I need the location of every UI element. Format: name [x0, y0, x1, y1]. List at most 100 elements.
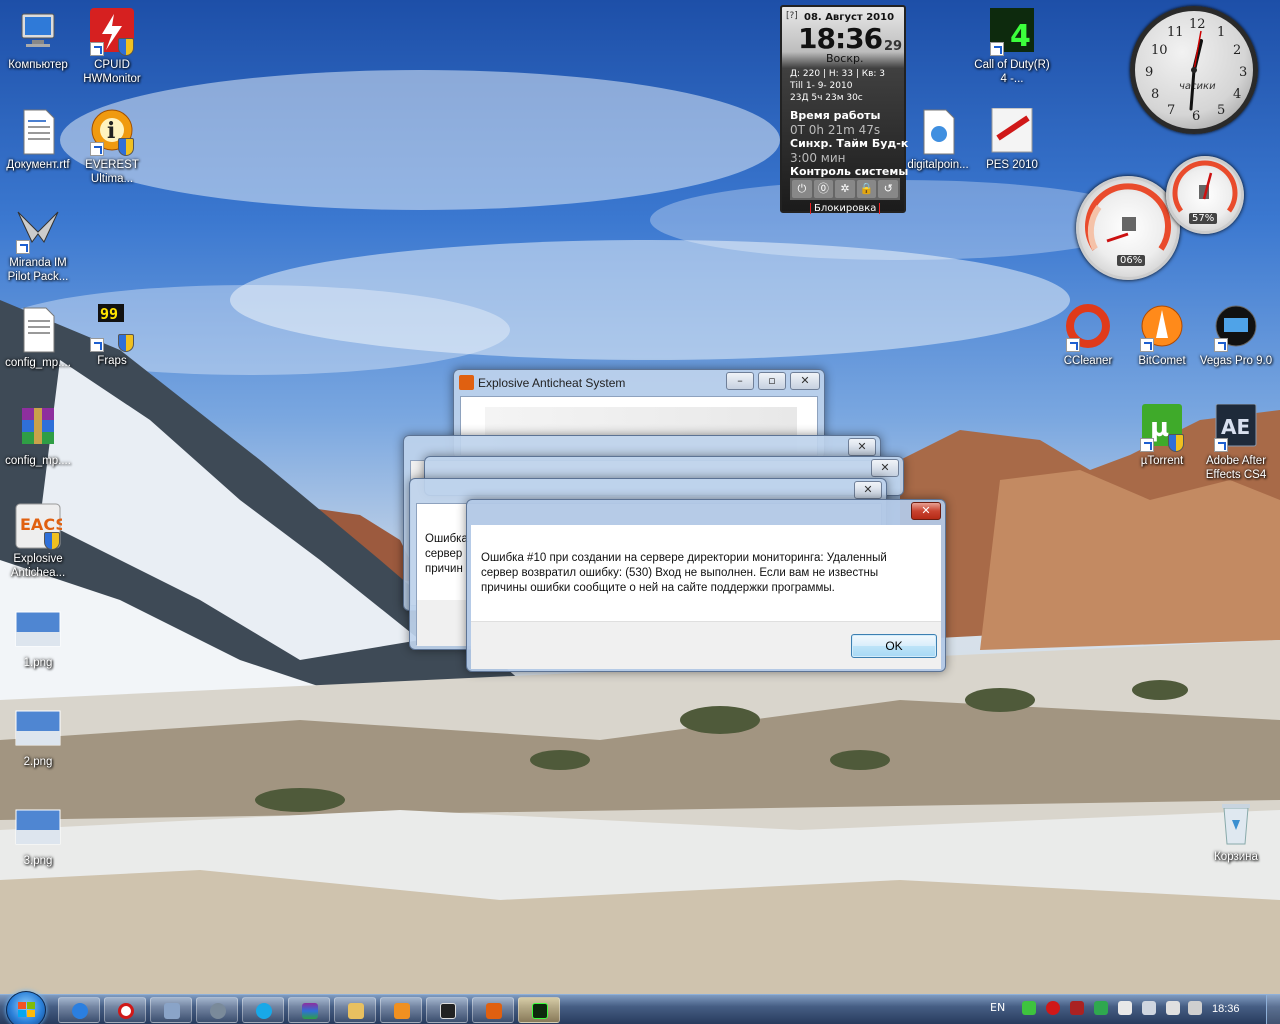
- gadget-uptime-label: Время работы: [790, 109, 881, 122]
- gadget-control-buttons: ⏻ ⓪ ✲ 🔒 ↺: [790, 178, 900, 200]
- desktop-icon-after-effects[interactable]: AE Adobe After Effects CS4: [1198, 403, 1274, 482]
- tray-network-tool-icon[interactable]: [1070, 1001, 1084, 1015]
- desktop-icon-document[interactable]: Документ.rtf: [0, 108, 76, 172]
- tray-device-icon[interactable]: [1188, 1001, 1202, 1015]
- desktop-icon-ccleaner[interactable]: CCleaner: [1050, 304, 1126, 368]
- memory-meter-gadget[interactable]: 57%: [1166, 156, 1244, 234]
- taskbar-app-9[interactable]: [426, 997, 468, 1023]
- desktop-icon-png-2[interactable]: 2.png: [0, 705, 76, 769]
- taskbar-anticheat[interactable]: [472, 997, 514, 1023]
- player-icon: [394, 1003, 410, 1019]
- taskbar-ie[interactable]: [58, 997, 100, 1023]
- desktop-icon-fraps[interactable]: 99 Fraps: [74, 304, 150, 368]
- memory-value: 57%: [1189, 213, 1218, 224]
- winrar-icon: [302, 1003, 318, 1019]
- recycle-bin-icon: [1212, 800, 1260, 848]
- image-thumbnail-icon: [14, 804, 62, 852]
- taskbar-call-of-duty[interactable]: [518, 997, 560, 1023]
- partial-message-line: сервер: [425, 548, 463, 560]
- uac-shield-icon: [44, 532, 60, 550]
- taskbar-player[interactable]: [380, 997, 422, 1023]
- close-button[interactable]: ✕: [854, 481, 882, 499]
- desktop-icon-explosive[interactable]: EACS Explosive Anticheа...: [0, 502, 76, 580]
- taskbar-app-3[interactable]: [150, 997, 192, 1023]
- desktop-icon-config-1[interactable]: config_mp....: [0, 306, 76, 370]
- tray-volume-icon[interactable]: [1166, 1001, 1180, 1015]
- uac-shield-icon: [118, 38, 134, 56]
- tray-flag-icon[interactable]: [1118, 1001, 1132, 1015]
- desktop-icon-recycle-bin[interactable]: Корзина: [1198, 800, 1274, 864]
- ok-button[interactable]: OK: [851, 634, 937, 658]
- desktop-icon-png-1[interactable]: 1.png: [0, 606, 76, 670]
- shortcut-arrow-icon: [90, 338, 104, 352]
- opera-icon: [118, 1003, 134, 1019]
- gadget-remaining-line: 23Д 5ч 23м 30с: [790, 93, 863, 103]
- shortcut-arrow-icon: [1214, 438, 1228, 452]
- gadget-sync-label[interactable]: Синхр. Тайм Буд-к: [790, 137, 908, 150]
- desktop-icon-miranda[interactable]: Miranda IM Pilot Pack...: [0, 206, 76, 284]
- taskbar-skype[interactable]: [242, 997, 284, 1023]
- close-button[interactable]: ✕: [790, 372, 820, 390]
- folder-icon: [348, 1003, 364, 1019]
- winrar-archive-icon: [14, 404, 62, 452]
- desktop-icon-vegas[interactable]: Vegas Pro 9.0: [1198, 304, 1274, 368]
- tray-clock[interactable]: 18:36: [1212, 1003, 1240, 1015]
- utorrent-icon: µ: [1138, 404, 1186, 452]
- desktop-icon-computer[interactable]: Компьютер: [0, 8, 76, 72]
- document-rtf-icon: [14, 108, 62, 156]
- shortcut-arrow-icon: [16, 240, 30, 254]
- explosive-anticheat-icon: [486, 1003, 502, 1019]
- system-info-gadget[interactable]: [?] 08. Август 2010 18:36 29 Воскр. Д: 2…: [780, 5, 908, 214]
- tray-network-icon[interactable]: [1142, 1001, 1156, 1015]
- taskbar-media[interactable]: [196, 997, 238, 1023]
- bitcomet-icon: [1138, 304, 1186, 352]
- error-dialog[interactable]: ✕ Ошибка #10 при создании на сервере дир…: [466, 499, 946, 672]
- uac-shield-icon: [118, 138, 134, 156]
- system-tool-icon: [164, 1003, 180, 1019]
- tray-shield-icon[interactable]: [1094, 1001, 1108, 1015]
- tray-check-icon[interactable]: [1022, 1001, 1036, 1015]
- after-effects-icon: AE: [1212, 403, 1260, 452]
- show-desktop-button[interactable]: [1266, 995, 1280, 1024]
- restart-icon[interactable]: ⓪: [813, 180, 834, 198]
- taskbar-winrar[interactable]: [288, 997, 330, 1023]
- taskbar-explorer[interactable]: [334, 997, 376, 1023]
- cpu-meter-gadget[interactable]: 06%: [1076, 176, 1180, 280]
- close-button[interactable]: ✕: [871, 459, 899, 477]
- gadget-time: 18:36: [798, 22, 883, 55]
- tray-opera-icon[interactable]: [1046, 1001, 1060, 1015]
- explosive-anticheat-icon: EACS: [14, 502, 67, 550]
- ccleaner-icon: [1064, 304, 1112, 352]
- maximize-button[interactable]: ▫: [758, 372, 786, 390]
- desktop-icon-call-of-duty[interactable]: 4 Call of Duty(R) 4 -...: [974, 8, 1050, 86]
- desktop-icon-everest[interactable]: i EVEREST Ultima...: [74, 108, 150, 186]
- gadget-till-line: Тill 1- 9- 2010: [790, 81, 853, 91]
- desktop-icon-utorrent[interactable]: µ µTorrent: [1124, 404, 1200, 468]
- taskbar-opera[interactable]: [104, 997, 146, 1023]
- desktop-icon-png-3[interactable]: 3.png: [0, 804, 76, 868]
- desktop-icon-config-2[interactable]: config_mp....: [0, 404, 76, 468]
- logoff-icon[interactable]: ↺: [878, 180, 898, 198]
- desktop-icon-digitalpoint[interactable]: digitalpoin...: [900, 108, 976, 172]
- start-button[interactable]: [6, 991, 46, 1024]
- desktop-icon-pes[interactable]: PES 2010: [974, 107, 1050, 172]
- app-icon: [440, 1003, 456, 1019]
- media-file-icon: [914, 108, 962, 156]
- close-button[interactable]: ✕: [911, 502, 941, 520]
- image-thumbnail-icon: [14, 705, 62, 753]
- desktop-icon-bitcomet[interactable]: BitComet: [1124, 304, 1200, 368]
- help-icon[interactable]: [?]: [786, 11, 798, 21]
- power-icon[interactable]: ⏻: [792, 180, 812, 198]
- minimize-button[interactable]: –: [726, 372, 754, 390]
- gadget-weekday: Воскр.: [826, 52, 864, 65]
- gadget-lock-label[interactable]: Блокировка: [810, 203, 881, 214]
- language-indicator[interactable]: EN: [990, 1001, 1005, 1014]
- desktop-icon-cpuid[interactable]: CPUID HWMonitor: [74, 8, 150, 86]
- shortcut-arrow-icon: [990, 42, 1004, 56]
- analog-clock-gadget[interactable]: 12 1 2 3 4 5 6 7 8 9 10 11 часики: [1130, 6, 1258, 134]
- gadget-sync-value: 3:00 мин: [790, 151, 846, 165]
- sleep-icon[interactable]: ✲: [835, 180, 855, 198]
- lock-icon[interactable]: 🔒: [856, 180, 877, 198]
- shortcut-arrow-icon: [90, 42, 104, 56]
- close-button[interactable]: ✕: [848, 438, 876, 456]
